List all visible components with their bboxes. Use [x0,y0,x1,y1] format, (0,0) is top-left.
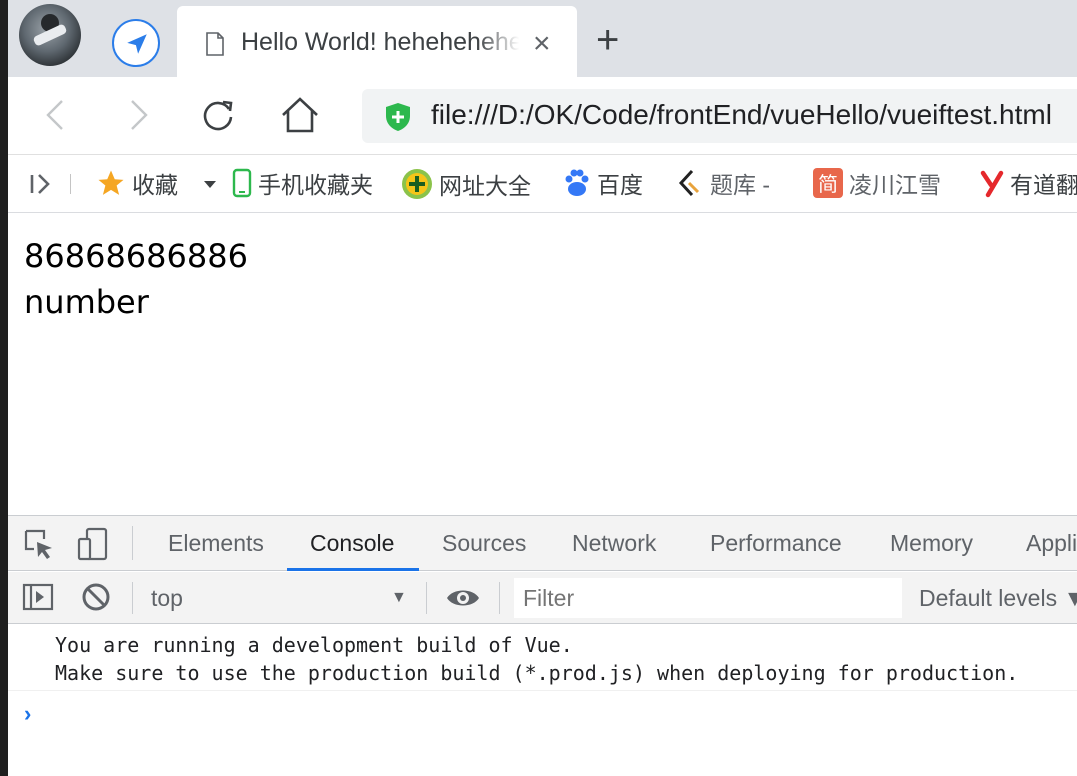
divider [132,582,133,614]
window-edge [0,0,8,776]
close-icon[interactable]: × [533,24,551,64]
new-tab-button[interactable]: + [596,20,619,60]
filter-input[interactable] [514,578,902,618]
tab-active[interactable]: Hello World! hehehehehe × [177,6,577,77]
star-icon [96,168,126,206]
devtools-tabbar: Elements Console Sources Network Perform… [8,516,1077,571]
console-messages: You are running a development build of V… [8,625,1077,691]
tab-elements[interactable]: Elements [168,516,264,571]
tab-title: Hello World! hehehehehe [241,28,519,56]
svg-text:简: 简 [818,172,838,196]
home-icon[interactable] [280,95,320,135]
tab-application[interactable]: Application [1026,516,1077,571]
value-text: 86868686886 [24,237,248,275]
navigation-arrow-icon[interactable] [112,19,160,67]
divider [132,526,133,560]
address-bar[interactable]: file:///D:/OK/Code/frontEnd/vueHello/vue… [362,89,1077,143]
reload-icon[interactable] [198,95,238,135]
avatar[interactable] [19,4,81,66]
context-selector[interactable]: top ▼ [151,582,411,614]
divider [426,582,427,614]
divider [70,174,71,194]
tab-sources[interactable]: Sources [442,516,526,571]
bookmark-web-directory[interactable]: 网址大全 [401,168,531,200]
chevron-down-icon: ▼ [391,589,407,606]
bookmark-favorites[interactable]: 收藏 [96,168,178,200]
tab-network[interactable]: Network [572,516,656,571]
bookmark-question-bank[interactable]: 题库 - [676,168,770,200]
bookmark-mobile[interactable]: 手机收藏夹 [232,168,373,200]
shield-icon[interactable] [384,102,412,137]
page-content: 86868686886 number [24,233,248,325]
baidu-paw-icon [563,168,591,206]
tiku-icon [676,168,704,206]
tab-console[interactable]: Console [287,516,419,571]
browser-toolbar: file:///D:/OK/Code/frontEnd/vueHello/vue… [8,77,1077,155]
inspect-element-icon[interactable] [22,527,56,561]
bookmark-baidu[interactable]: 百度 [563,168,643,200]
devtools-panel: Elements Console Sources Network Perform… [8,515,1077,776]
chevron-down-icon[interactable] [203,168,217,200]
tab-performance[interactable]: Performance [710,516,842,571]
console-prompt[interactable]: › [24,701,31,727]
bookmarks-bar: 收藏 手机收藏夹 网址大全 百度 题库 - 简凌川江雪 有道翻译 [8,156,1077,213]
console-toolbar: top ▼ Default levels ▼ [8,572,1077,624]
device-toolbar-icon[interactable] [76,527,110,561]
youdao-icon [980,168,1004,206]
bookmark-youdao[interactable]: 有道翻译 [980,168,1077,200]
forward-icon[interactable] [118,95,158,135]
bookmark-lingchuan[interactable]: 简凌川江雪 [813,168,941,200]
divider [499,582,500,614]
log-levels-dropdown[interactable]: Default levels ▼ [919,582,1077,614]
show-apps-icon[interactable] [28,168,54,200]
jian-icon: 简 [813,168,843,206]
tab-strip: Hello World! hehehehehe × + [8,0,1077,77]
plus-circle-icon [401,168,433,208]
tab-memory[interactable]: Memory [890,516,973,571]
clear-console-icon[interactable] [80,581,114,615]
phone-icon [232,168,252,206]
document-icon [205,32,225,61]
sidebar-toggle-icon[interactable] [22,581,56,615]
console-message: Make sure to use the production build (*… [55,661,1019,685]
console-message: You are running a development build of V… [55,633,573,657]
url-text: file:///D:/OK/Code/frontEnd/vueHello/vue… [431,99,1052,130]
type-text: number [24,283,149,321]
back-icon[interactable] [36,95,76,135]
eye-icon[interactable] [445,582,479,616]
